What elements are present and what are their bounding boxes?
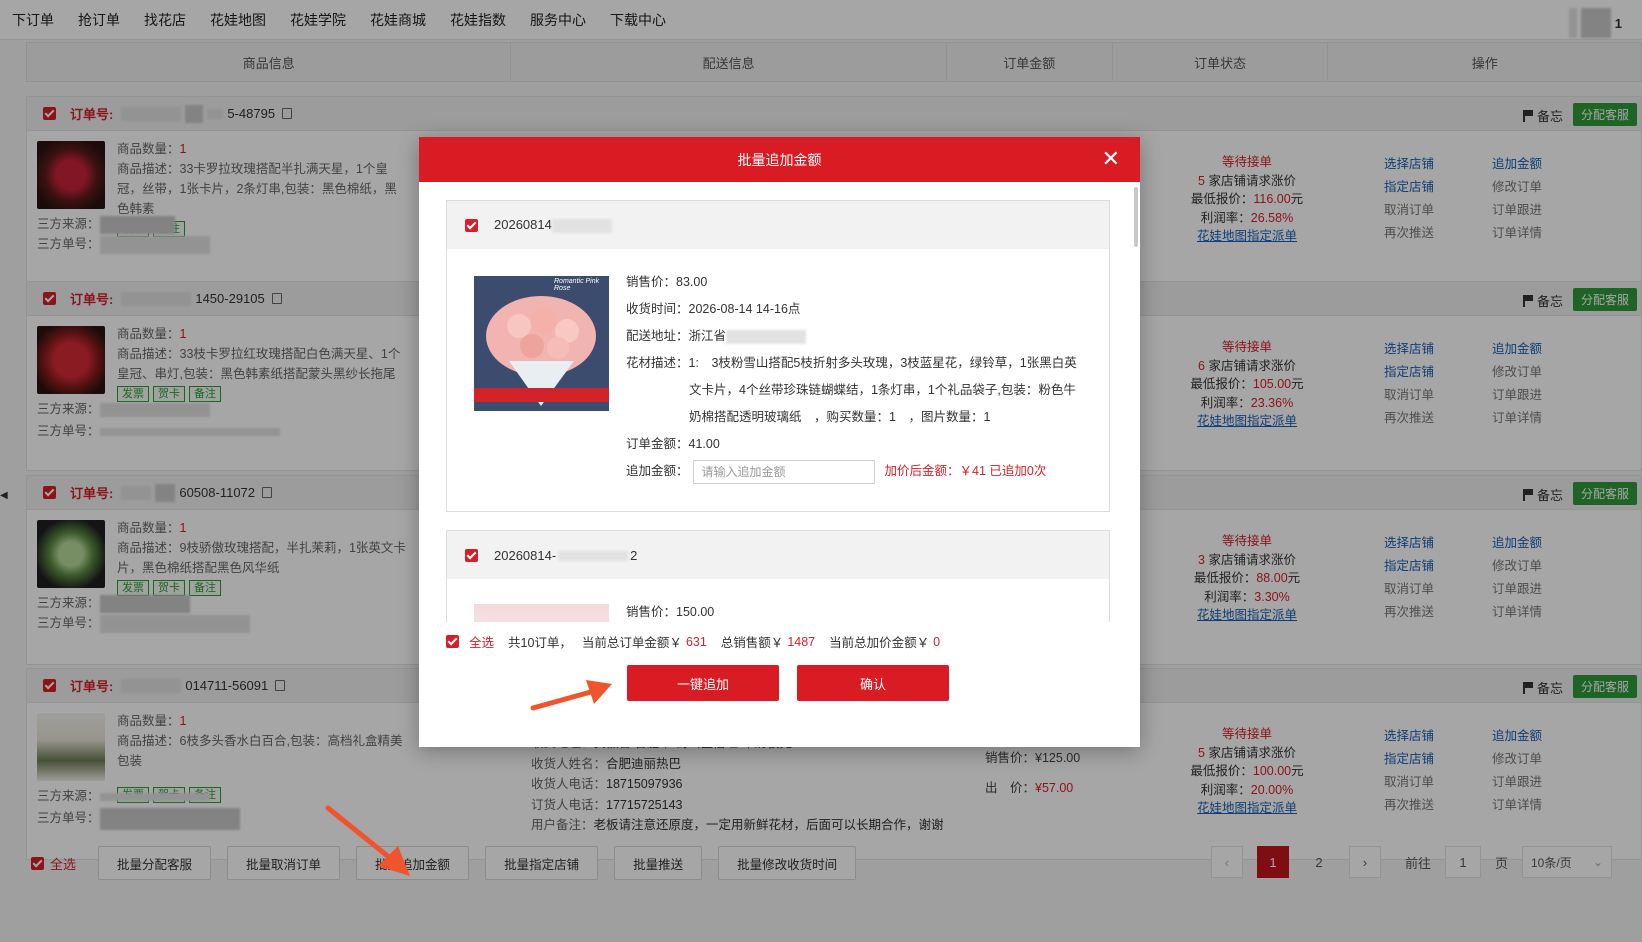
addr-label: 配送地址： [626,329,689,343]
total-sale-value: 1487 [787,634,816,649]
modal-select-all-checkbox[interactable] [446,635,459,648]
after-price-text: 加价后金额：￥41 已追加0次 [884,464,1047,478]
sale-value: 150.00 [676,605,715,619]
card-checkbox[interactable] [465,218,478,232]
modal-title: 批量追加金额 [737,151,822,168]
modal-select-all-label[interactable]: 全选 [469,632,494,651]
flower-line-2: 文卡片，4个丝带珍珠链蝴蝶结，1条灯串，1个礼品袋子,包装：粉色牛 [689,383,1076,397]
product-image: Romantic Pink Rose [474,276,609,411]
add-amount-input[interactable]: 请输入追加金额 [692,459,875,484]
total-add-label: 当前总加价金额￥ [829,636,930,650]
time-label: 收货时间： [626,302,689,316]
batch-add-amount-modal: 批量追加金额 ✕ 20260814 Romantic Pink Rose 销售价… [419,137,1140,747]
sale-value: 83.00 [676,275,708,289]
product-image-caption: Romantic Pink Rose [554,278,600,292]
add-amount-label: 追加金额： [626,464,689,478]
time-value: 2026-08-14 14-16点 [688,302,801,316]
amount-value: 41.00 [688,437,720,451]
modal-header: 批量追加金额 ✕ [419,137,1140,182]
annotation-arrow-icon [530,680,612,711]
flower-label: 花材描述： [626,356,689,370]
annotation-arrow-icon [325,805,410,876]
card-order-tail: 2 [630,547,638,563]
card-order-number: 20260814- [494,547,557,563]
confirm-button[interactable]: 确认 [797,665,949,701]
close-icon[interactable]: ✕ [1102,147,1120,171]
total-add-value: 0 [933,634,941,649]
scrollbar[interactable] [1134,187,1138,247]
sale-label: 销售价： [626,605,677,619]
order-amount-card: 20260814 Romantic Pink Rose 销售价：83.00 收货… [446,200,1110,512]
order-count: 共10订单， [508,636,572,650]
addr-value: 浙江省 [688,329,727,343]
total-sale-label: 总销售额￥ [720,636,784,650]
modal-scroll-area[interactable]: 20260814 Romantic Pink Rose 销售价：83.00 收货… [419,182,1140,622]
amount-label: 订单金额： [626,437,689,451]
product-image [474,604,609,622]
sale-label: 销售价： [626,275,677,289]
total-order-value: 631 [685,634,707,649]
card-order-number: 20260814 [494,217,552,233]
flower-line-1: 1: 3枝粉雪山搭配5枝折射多头玫瑰，3枝蓝星花，绿铃草，1张黑白英 [688,356,1077,370]
card-checkbox[interactable] [465,548,478,562]
order-amount-card: 20260814- 2 销售价：150.00 [446,530,1110,622]
one-click-add-button[interactable]: 一键追加 [627,665,779,701]
flower-line-3: 奶棉搭配透明玻璃纸 ，购买数量：1 ，图片数量：1 [689,410,991,424]
total-order-label: 当前总订单金额￥ [581,636,682,650]
